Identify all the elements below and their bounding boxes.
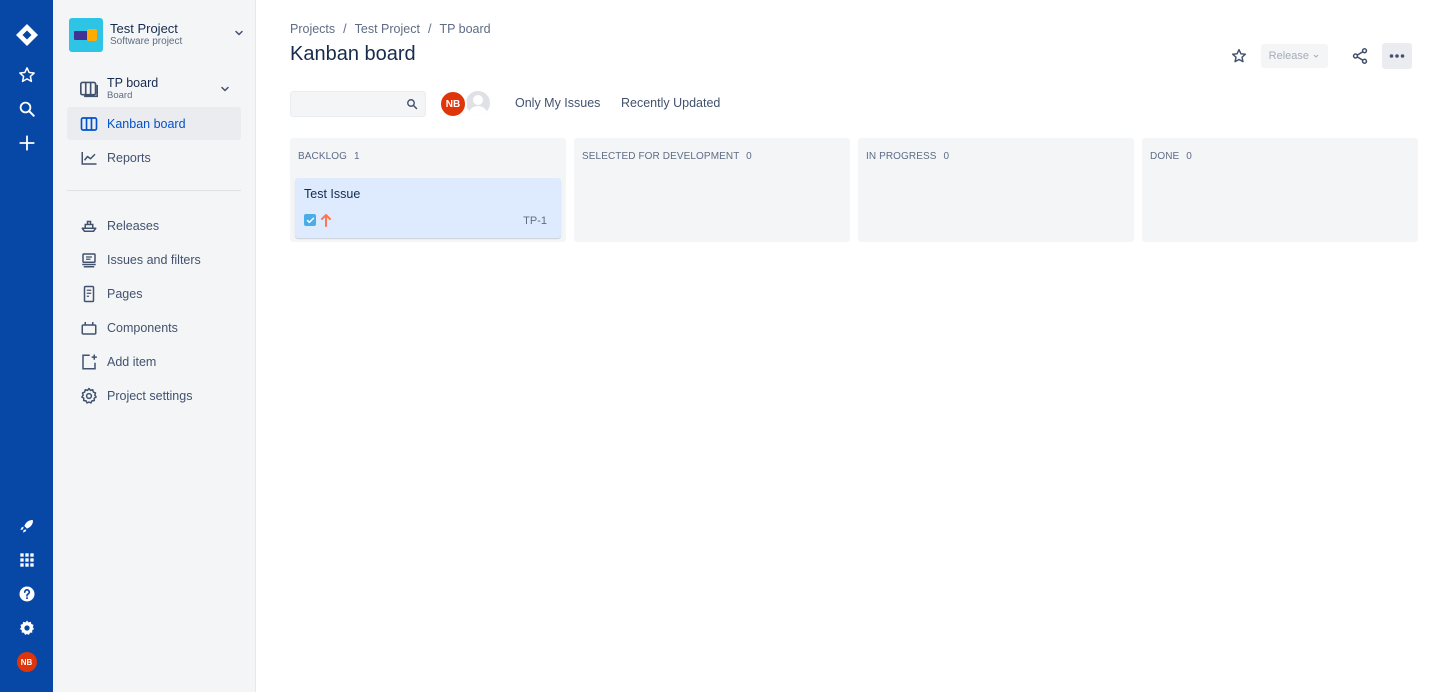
column-count: 0 — [746, 151, 752, 162]
breadcrumb-projects[interactable]: Projects — [290, 22, 335, 36]
page-title: Kanban board — [290, 43, 416, 65]
person-icon — [468, 95, 488, 115]
sidebar-item-pages[interactable]: Pages — [67, 277, 241, 310]
project-sidebar: Test Project Software project TP board B… — [53, 0, 256, 692]
issue-card[interactable]: Test Issue TP-1 — [295, 178, 561, 238]
sidebar-divider — [67, 190, 241, 191]
sidebar-item-kanban-board[interactable]: Kanban board — [67, 107, 241, 140]
priority-high-arrow-icon — [321, 214, 331, 227]
add-item-icon — [67, 353, 107, 371]
column-count: 0 — [1186, 151, 1192, 162]
sidebar-item-label: Releases — [107, 218, 160, 233]
breadcrumb: Projects / Test Project / TP board — [290, 22, 491, 36]
jira-logo-icon[interactable] — [0, 22, 53, 48]
board-name: TP board — [107, 76, 159, 90]
chart-line-icon — [67, 150, 107, 166]
project-header[interactable]: Test Project Software project — [69, 17, 245, 53]
column-header: DONE 0 — [1150, 151, 1192, 162]
header-actions: Release — [1227, 43, 1412, 69]
recently-updated-filter[interactable]: Recently Updated — [621, 96, 720, 110]
rocket-icon[interactable] — [0, 513, 53, 539]
column-header: SELECTED FOR DEVELOPMENT 0 — [582, 151, 752, 162]
user-avatar[interactable]: NB — [0, 649, 53, 675]
app-switcher-icon[interactable] — [0, 547, 53, 573]
issues-icon — [67, 252, 107, 268]
column-backlog: BACKLOG 1 Test Issue TP-1 — [290, 138, 566, 242]
breadcrumb-separator: / — [427, 22, 432, 36]
sidebar-item-label: Reports — [107, 150, 151, 165]
issue-title: Test Issue — [304, 187, 361, 201]
share-button[interactable] — [1346, 43, 1374, 69]
project-type: Software project — [110, 36, 183, 47]
main-content: Projects / Test Project / TP board Kanba… — [256, 0, 1440, 692]
component-icon — [67, 320, 107, 336]
board-search — [290, 91, 426, 117]
release-label: Release — [1268, 50, 1309, 62]
global-navigation: NB — [0, 0, 53, 692]
task-checkbox-icon — [304, 214, 316, 226]
only-my-issues-filter[interactable]: Only My Issues — [515, 96, 600, 110]
board-selector[interactable]: TP board Board — [67, 72, 241, 106]
column-header: BACKLOG 1 — [298, 151, 360, 162]
share-icon — [1352, 48, 1368, 64]
chevron-down-icon — [235, 30, 243, 36]
sidebar-item-add-item[interactable]: Add item — [67, 345, 241, 378]
sidebar-item-label: Pages — [107, 286, 143, 301]
board-type: Board — [107, 90, 133, 101]
sidebar-item-label: Issues and filters — [107, 252, 201, 267]
search-icon — [407, 99, 418, 110]
issue-key: TP-1 — [523, 215, 547, 227]
page-icon — [67, 285, 107, 303]
sidebar-item-label: Kanban board — [107, 116, 186, 131]
gear-icon[interactable] — [0, 615, 53, 641]
project-name: Test Project — [110, 21, 178, 36]
search-icon[interactable] — [0, 96, 53, 122]
project-logo — [69, 18, 103, 52]
star-icon[interactable] — [0, 62, 53, 88]
sidebar-item-reports[interactable]: Reports — [67, 141, 241, 174]
column-selected-for-development: SELECTED FOR DEVELOPMENT 0 — [574, 138, 850, 242]
breadcrumb-project[interactable]: Test Project — [355, 22, 420, 36]
sidebar-item-project-settings[interactable]: Project settings — [67, 379, 241, 412]
search-input[interactable] — [291, 92, 401, 116]
column-title: IN PROGRESS — [866, 151, 937, 162]
chevron-down-icon — [1313, 54, 1319, 58]
favorite-star-button[interactable] — [1227, 44, 1251, 68]
column-count: 0 — [943, 151, 950, 162]
sidebar-item-releases[interactable]: Releases — [67, 209, 241, 242]
column-title: BACKLOG — [298, 151, 348, 162]
column-done: DONE 0 — [1142, 138, 1418, 242]
column-header: IN PROGRESS 0 — [866, 151, 949, 162]
board-icon — [67, 80, 107, 98]
plus-icon[interactable] — [0, 130, 53, 156]
breadcrumb-separator: / — [343, 22, 347, 36]
unassigned-avatar[interactable] — [464, 89, 492, 117]
more-actions-button[interactable] — [1382, 43, 1412, 69]
chevron-down-icon — [221, 86, 229, 92]
column-in-progress: IN PROGRESS 0 — [858, 138, 1134, 242]
user-filter-avatar[interactable]: NB — [439, 90, 467, 118]
board-columns-icon — [67, 116, 107, 132]
more-dots-icon — [1389, 54, 1405, 58]
star-icon — [1231, 48, 1246, 63]
sidebar-item-label: Components — [107, 320, 178, 335]
sidebar-item-issues-and-filters[interactable]: Issues and filters — [67, 243, 241, 276]
column-title: SELECTED FOR DEVELOPMENT — [582, 151, 740, 162]
sidebar-item-label: Project settings — [107, 388, 193, 403]
sidebar-item-label: Add item — [107, 354, 157, 369]
gear-icon — [67, 387, 107, 405]
breadcrumb-board[interactable]: TP board — [439, 22, 490, 36]
sidebar-item-components[interactable]: Components — [67, 311, 241, 344]
column-title: DONE — [1150, 151, 1180, 162]
column-count: 1 — [353, 151, 360, 162]
help-icon[interactable] — [0, 581, 53, 607]
user-avatar-initials: NB — [16, 652, 37, 672]
release-button[interactable]: Release — [1260, 44, 1328, 68]
ship-icon — [67, 218, 107, 234]
